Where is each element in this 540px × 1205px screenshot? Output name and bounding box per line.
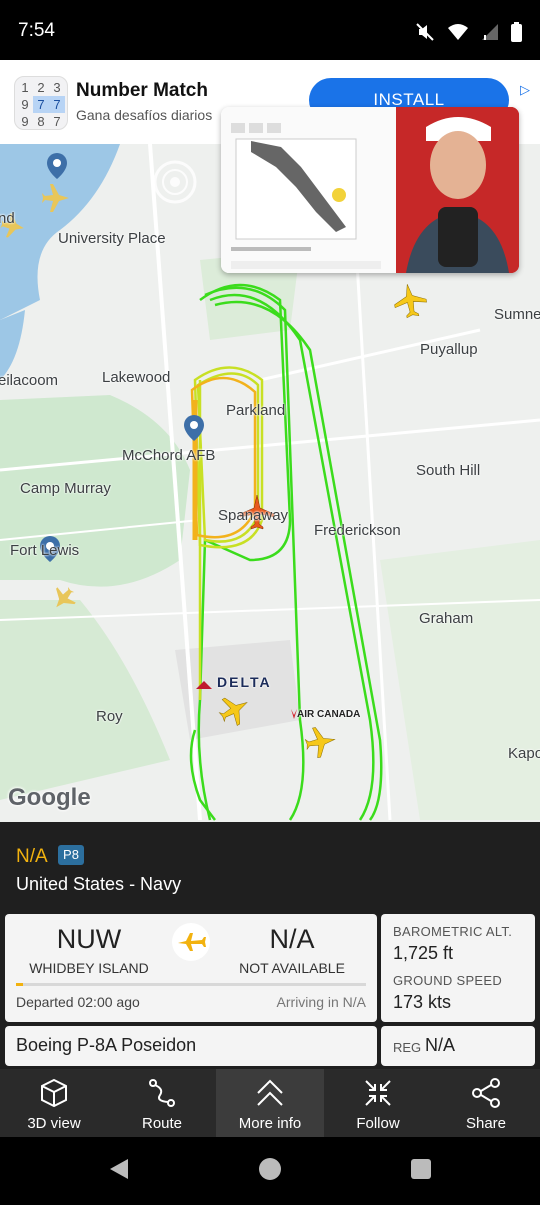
- map-label: Fort Lewis: [10, 542, 80, 559]
- origin-code: NUW: [56, 924, 122, 954]
- google-attribution: Google: [8, 784, 91, 811]
- android-nav-bar: [0, 1137, 540, 1200]
- share-icon: [472, 1078, 500, 1108]
- flight-callsign: N/A: [16, 846, 48, 867]
- route-plane-icon: [172, 923, 210, 961]
- status-icons: [415, 22, 522, 42]
- destination-name: NOT AVAILABLE: [239, 960, 345, 976]
- cube-icon: [41, 1078, 67, 1108]
- map-label: Puyallup: [420, 341, 478, 358]
- map-label: Roy: [96, 708, 123, 725]
- chevron-up-icon: [257, 1079, 283, 1106]
- nav-label: Route: [141, 1115, 183, 1132]
- map-label: McChord AFB: [122, 447, 216, 464]
- follow-icon: [365, 1080, 391, 1106]
- nav-3d-view-button[interactable]: 3D view: [0, 1069, 108, 1137]
- barometric-alt-value: 1,725 ft: [393, 943, 454, 963]
- delta-label: DELTA: [217, 674, 272, 690]
- flight-progress-fill: [16, 983, 23, 986]
- status-bar: 7:54: [0, 0, 540, 60]
- home-icon[interactable]: [259, 1158, 281, 1180]
- map-label: South Hill: [416, 462, 481, 479]
- map-label: eilacoom: [0, 372, 59, 389]
- signal-icon: [482, 24, 498, 40]
- map-label: Kapo: [508, 745, 540, 762]
- video-presenter: [396, 107, 519, 273]
- reg-value: N/A: [425, 1035, 456, 1055]
- route-icon: [149, 1079, 175, 1107]
- status-time: 7:54: [18, 20, 55, 41]
- map-label: Camp Murray: [20, 480, 111, 497]
- air-canada-label: AIR CANADA: [297, 709, 361, 720]
- document-chart-icon: [231, 123, 381, 269]
- nav-more-info-button[interactable]: More info: [216, 1069, 324, 1137]
- back-icon[interactable]: [110, 1159, 128, 1179]
- presenter-icon: [396, 107, 519, 273]
- aircraft-name: Boeing P-8A Poseidon: [16, 1035, 197, 1055]
- fr24-logo-icon: [153, 160, 197, 204]
- nav-label: More info: [238, 1115, 302, 1132]
- ad-choices-icon[interactable]: ▷: [520, 82, 530, 98]
- recents-icon[interactable]: [411, 1159, 431, 1179]
- mute-icon: [416, 23, 434, 41]
- video-overlay[interactable]: [221, 107, 519, 273]
- destination-code: N/A: [269, 924, 315, 954]
- departed-text: Departed 02:00 ago: [16, 994, 140, 1010]
- airplane-icon[interactable]: [304, 725, 338, 760]
- ad-subtitle: Gana desafíos diarios: [76, 107, 213, 123]
- wifi-icon: [448, 24, 468, 40]
- nav-follow-button[interactable]: Follow: [324, 1069, 432, 1137]
- water-area: [0, 310, 25, 380]
- ground-speed-label: GROUND SPEED: [393, 973, 503, 988]
- nav-share-button[interactable]: Share: [432, 1069, 540, 1137]
- nav-label: Share: [465, 1115, 507, 1132]
- flight-track: [189, 283, 383, 821]
- park-area: [380, 540, 540, 820]
- map-label: Graham: [419, 610, 474, 627]
- battery-icon: [511, 22, 522, 42]
- reg-label: REG: [393, 1040, 422, 1055]
- ground-speed-value: 173 kts: [393, 992, 452, 1012]
- map-label: Sumne: [494, 306, 540, 323]
- map-label: Spanaway: [218, 507, 289, 524]
- barometric-alt-label: BAROMETRIC ALT.: [393, 924, 513, 939]
- map-label: Lakewood: [102, 369, 171, 386]
- nav-label: 3D view: [27, 1115, 81, 1132]
- nav-label: Follow: [356, 1115, 400, 1132]
- ad-app-icon[interactable]: 123 977 987: [14, 76, 68, 130]
- park-area: [0, 600, 170, 800]
- map-label: nd: [0, 210, 15, 227]
- origin-name: WHIDBEY ISLAND: [29, 960, 149, 976]
- flight-progress-track: [16, 983, 366, 986]
- map-label: University Place: [58, 230, 166, 247]
- ad-title[interactable]: Number Match: [76, 80, 208, 102]
- airplane-icon[interactable]: [391, 281, 428, 319]
- flight-operator: United States - Navy: [16, 874, 182, 894]
- aircraft-type-badge: P8: [58, 845, 84, 865]
- video-document-preview: [221, 107, 396, 273]
- map-label: Frederickson: [314, 522, 401, 539]
- map-label: Parkland: [226, 402, 286, 419]
- nav-route-button[interactable]: Route: [108, 1069, 216, 1137]
- arriving-text: Arriving in N/A: [276, 994, 366, 1010]
